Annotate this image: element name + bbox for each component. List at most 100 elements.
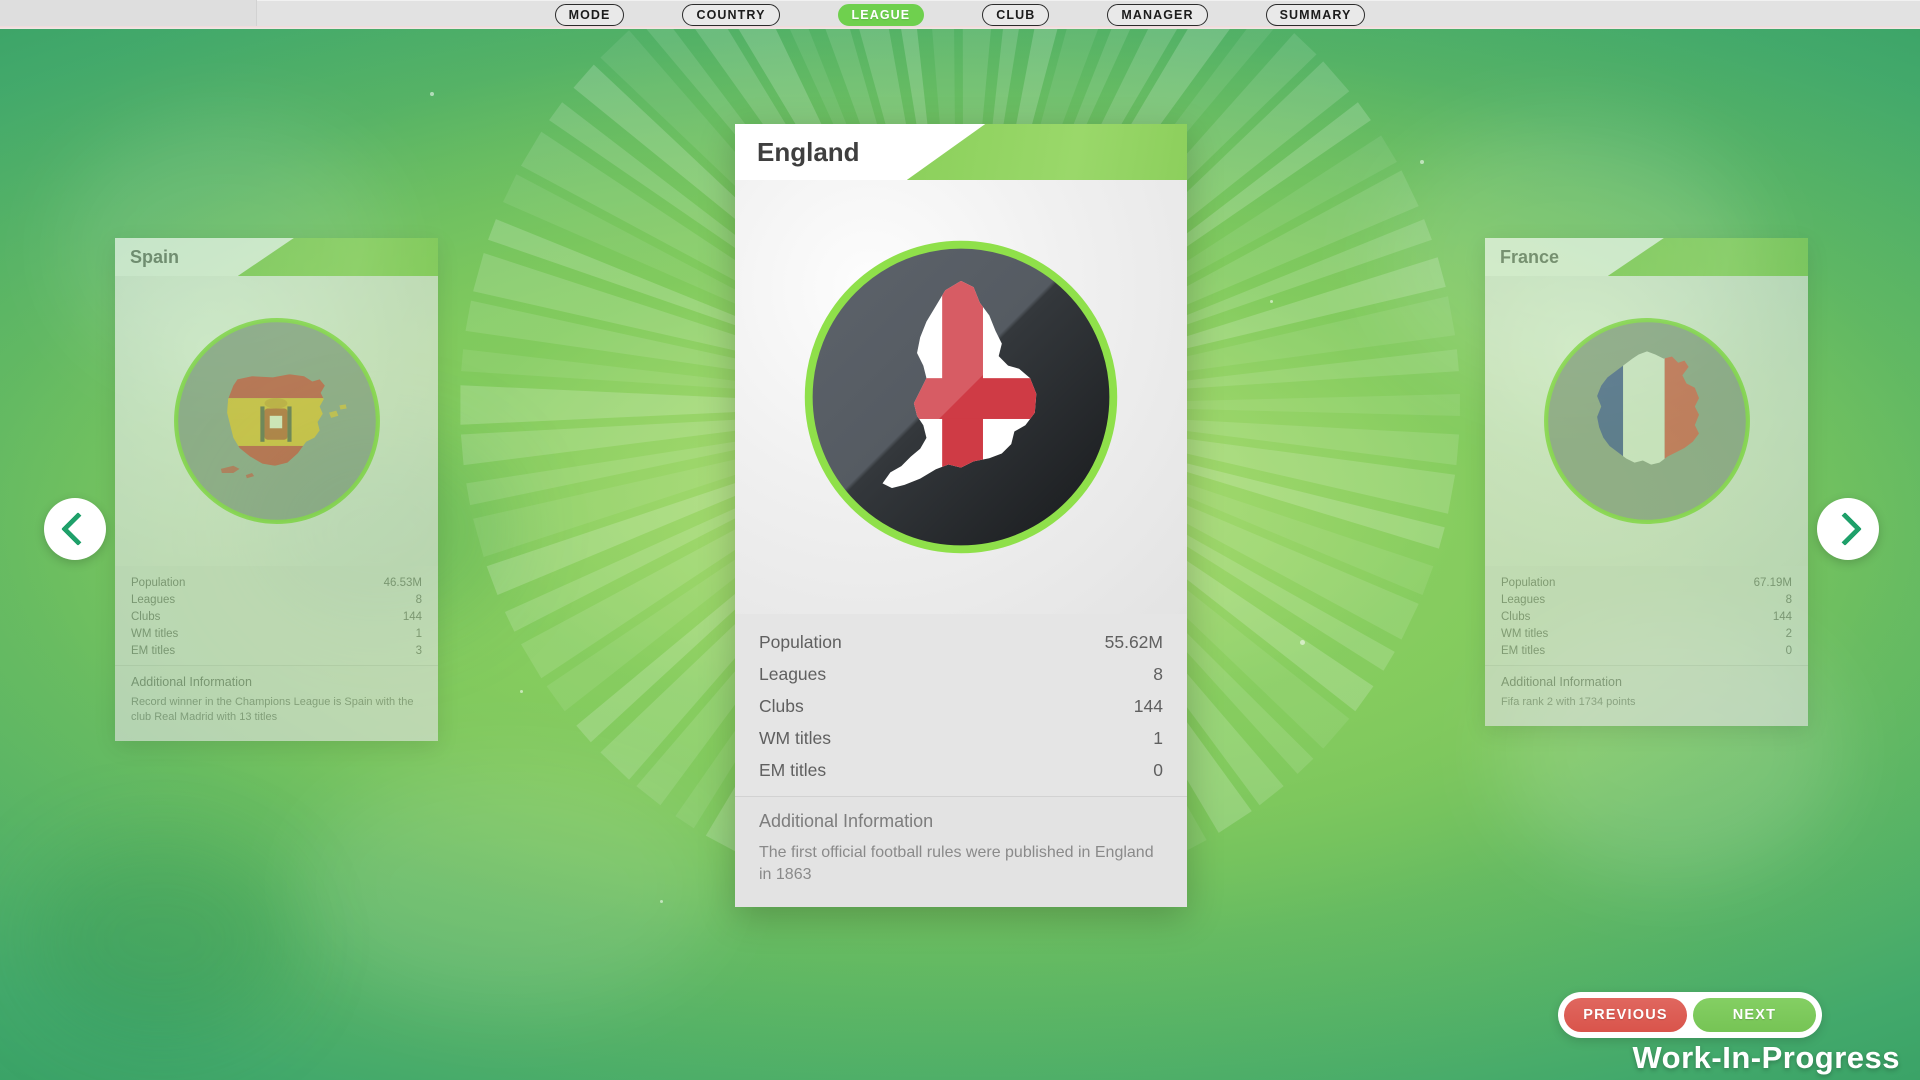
- stat-label: WM titles: [759, 728, 831, 749]
- stat-label: EM titles: [759, 760, 826, 781]
- bg-speck: [660, 900, 663, 903]
- card-stats: Population 46.53M Leagues 8 Clubs 144 WM…: [115, 566, 438, 665]
- stat-row-em-titles: EM titles 0: [1501, 642, 1792, 659]
- bg-speck: [430, 92, 434, 96]
- stat-value: 2: [1786, 628, 1792, 640]
- stat-row-clubs: Clubs 144: [1501, 608, 1792, 625]
- stat-value: 0: [1153, 760, 1163, 781]
- extra-info-title: Additional Information: [759, 811, 1163, 832]
- stat-label: EM titles: [1501, 645, 1545, 657]
- card-flag-zone: [1485, 276, 1808, 566]
- stat-label: Leagues: [759, 664, 826, 685]
- card-title: England: [735, 124, 1187, 168]
- stat-value: 1: [1153, 728, 1163, 749]
- chevron-left-icon: [61, 512, 95, 546]
- stat-row-leagues: Leagues 8: [1501, 591, 1792, 608]
- bg-speck: [1420, 160, 1424, 164]
- card-header: France: [1485, 238, 1808, 276]
- stat-label: Population: [131, 577, 185, 589]
- country-card-spain[interactable]: Spain: [115, 238, 438, 741]
- app-stage: MODE COUNTRY LEAGUE CLUB MANAGER SUMMARY…: [0, 0, 1920, 1080]
- stat-label: Clubs: [1501, 611, 1530, 623]
- stat-row-wm-titles: WM titles 1: [759, 722, 1163, 754]
- stat-row-em-titles: EM titles 3: [131, 642, 422, 659]
- stat-value: 8: [1786, 594, 1792, 606]
- carousel-prev-button[interactable]: [44, 498, 106, 560]
- stat-label: Clubs: [131, 611, 160, 623]
- stat-value: 55.62M: [1105, 632, 1163, 653]
- card-flag-zone: [735, 180, 1187, 614]
- stat-row-em-titles: EM titles 0: [759, 754, 1163, 786]
- main-nav: MODE COUNTRY LEAGUE CLUB MANAGER SUMMARY: [0, 0, 1920, 29]
- bg-speck: [1270, 300, 1273, 303]
- card-title: Spain: [115, 238, 438, 268]
- footer-button-group: PREVIOUS NEXT: [1558, 992, 1822, 1038]
- bg-speck: [1300, 640, 1305, 645]
- stat-value: 1: [416, 628, 422, 640]
- stat-row-population: Population 46.53M: [131, 574, 422, 591]
- card-stats: Population 67.19M Leagues 8 Clubs 144 WM…: [1485, 566, 1808, 665]
- stat-value: 46.53M: [384, 577, 422, 589]
- nav-item-mode[interactable]: MODE: [555, 4, 625, 26]
- card-flag-zone: [115, 276, 438, 566]
- bg-speck: [520, 690, 523, 693]
- extra-info-text: The first official football rules were p…: [759, 842, 1163, 885]
- england-flag-map-icon: [804, 240, 1118, 554]
- card-extra-info: Additional Information Record winner in …: [115, 666, 438, 741]
- stat-label: Clubs: [759, 696, 804, 717]
- nav-item-summary[interactable]: SUMMARY: [1266, 4, 1366, 26]
- stat-label: Leagues: [1501, 594, 1545, 606]
- previous-button[interactable]: PREVIOUS: [1564, 998, 1687, 1032]
- stat-value: 8: [1153, 664, 1163, 685]
- stat-value: 8: [416, 594, 422, 606]
- card-extra-info: Additional Information The first officia…: [735, 797, 1187, 907]
- top-bar: MODE COUNTRY LEAGUE CLUB MANAGER SUMMARY: [0, 0, 1920, 29]
- france-flag-map-svg: [1543, 317, 1751, 525]
- country-card-france[interactable]: France: [1485, 238, 1808, 726]
- stat-label: WM titles: [131, 628, 178, 640]
- spain-flag-map-icon: [173, 317, 381, 525]
- stat-row-clubs: Clubs 144: [759, 690, 1163, 722]
- stat-row-leagues: Leagues 8: [759, 658, 1163, 690]
- bg-blob: [30, 840, 290, 1040]
- card-header: England: [735, 124, 1187, 180]
- card-header: Spain: [115, 238, 438, 276]
- carousel-next-button[interactable]: [1817, 498, 1879, 560]
- nav-item-manager[interactable]: MANAGER: [1107, 4, 1207, 26]
- chevron-right-icon: [1828, 512, 1862, 546]
- stat-label: Population: [1501, 577, 1555, 589]
- stat-label: Population: [759, 632, 842, 653]
- stat-value: 3: [416, 645, 422, 657]
- stat-row-population: Population 55.62M: [759, 626, 1163, 658]
- extra-info-text: Fifa rank 2 with 1734 points: [1501, 695, 1792, 710]
- card-title: France: [1485, 238, 1808, 268]
- stat-label: Leagues: [131, 594, 175, 606]
- stat-row-leagues: Leagues 8: [131, 591, 422, 608]
- stat-value: 144: [1773, 611, 1792, 623]
- stat-value: 67.19M: [1754, 577, 1792, 589]
- stat-row-population: Population 67.19M: [1501, 574, 1792, 591]
- card-stats: Population 55.62M Leagues 8 Clubs 144 WM…: [735, 614, 1187, 796]
- spain-flag-map-svg: [173, 317, 381, 525]
- stat-label: EM titles: [131, 645, 175, 657]
- stat-label: WM titles: [1501, 628, 1548, 640]
- watermark-text: Work-In-Progress: [1020, 1040, 1918, 1076]
- england-flag-map-svg: [804, 240, 1118, 554]
- extra-info-title: Additional Information: [1501, 675, 1792, 689]
- country-card-england[interactable]: England: [735, 124, 1187, 907]
- next-button[interactable]: NEXT: [1693, 998, 1816, 1032]
- stat-row-wm-titles: WM titles 2: [1501, 625, 1792, 642]
- nav-item-league[interactable]: LEAGUE: [838, 4, 925, 26]
- nav-item-country[interactable]: COUNTRY: [682, 4, 779, 26]
- bg-blob: [300, 760, 720, 1010]
- card-extra-info: Additional Information Fifa rank 2 with …: [1485, 666, 1808, 726]
- france-flag-map-icon: [1543, 317, 1751, 525]
- nav-item-club[interactable]: CLUB: [982, 4, 1049, 26]
- stat-value: 0: [1786, 645, 1792, 657]
- extra-info-text: Record winner in the Champions League is…: [131, 695, 422, 725]
- stat-row-clubs: Clubs 144: [131, 608, 422, 625]
- stat-value: 144: [1134, 696, 1163, 717]
- stat-value: 144: [403, 611, 422, 623]
- stat-row-wm-titles: WM titles 1: [131, 625, 422, 642]
- extra-info-title: Additional Information: [131, 675, 422, 689]
